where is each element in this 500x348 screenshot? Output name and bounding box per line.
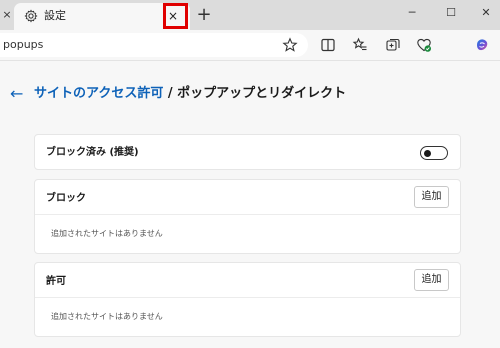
browser-essentials-icon[interactable] [416, 37, 432, 53]
block-section-label: ブロック [46, 193, 86, 204]
collections-icon[interactable] [385, 37, 401, 53]
star-icon[interactable] [282, 37, 298, 53]
breadcrumb-site-permissions[interactable]: サイトのアクセス許可 [34, 86, 163, 101]
blocked-setting-label: ブロック済み (推奨) [46, 147, 139, 158]
divider [35, 297, 460, 298]
allow-section-card: 許可 追加 追加されたサイトはありません [34, 262, 461, 337]
allow-empty-text: 追加されたサイトはありません [51, 312, 163, 321]
address-bar[interactable]: popups [0, 33, 308, 57]
allow-add-button[interactable]: 追加 [414, 269, 449, 291]
highlight-box [163, 3, 188, 29]
address-text: popups [3, 38, 44, 51]
gear-icon [24, 9, 38, 23]
block-empty-text: 追加されたサイトはありません [51, 229, 163, 238]
maximize-button[interactable]: ☐ [441, 5, 461, 21]
divider [35, 214, 460, 215]
allow-section-label: 許可 [46, 276, 66, 287]
favorites-icon[interactable] [352, 37, 368, 53]
split-screen-icon[interactable] [320, 37, 336, 53]
settings-content: ← サイトのアクセス許可 / ポップアップとリダイレクト ブロック済み (推奨)… [0, 61, 500, 348]
block-add-button[interactable]: 追加 [414, 186, 449, 208]
tab-title: 設定 [44, 9, 66, 22]
page-heading: サイトのアクセス許可 / ポップアップとリダイレクト [34, 85, 346, 103]
tab-strip: × 設定 × + ─ ☐ ✕ [0, 0, 500, 30]
blocked-setting-card: ブロック済み (推奨) [34, 134, 461, 170]
toolbar: popups [0, 30, 500, 61]
minimize-button[interactable]: ─ [402, 5, 422, 21]
back-arrow-icon[interactable]: ← [10, 85, 23, 103]
breadcrumb-separator: / [163, 86, 178, 101]
block-section-card: ブロック 追加 追加されたサイトはありません [34, 179, 461, 254]
page-title: ポップアップとリダイレクト [177, 86, 347, 101]
copilot-icon[interactable] [474, 37, 490, 53]
previous-tab-close-button[interactable]: × [0, 7, 14, 23]
new-tab-button[interactable]: + [194, 5, 214, 25]
window-close-button[interactable]: ✕ [476, 5, 496, 21]
blocked-toggle[interactable] [420, 146, 448, 160]
toggle-knob [424, 149, 431, 157]
